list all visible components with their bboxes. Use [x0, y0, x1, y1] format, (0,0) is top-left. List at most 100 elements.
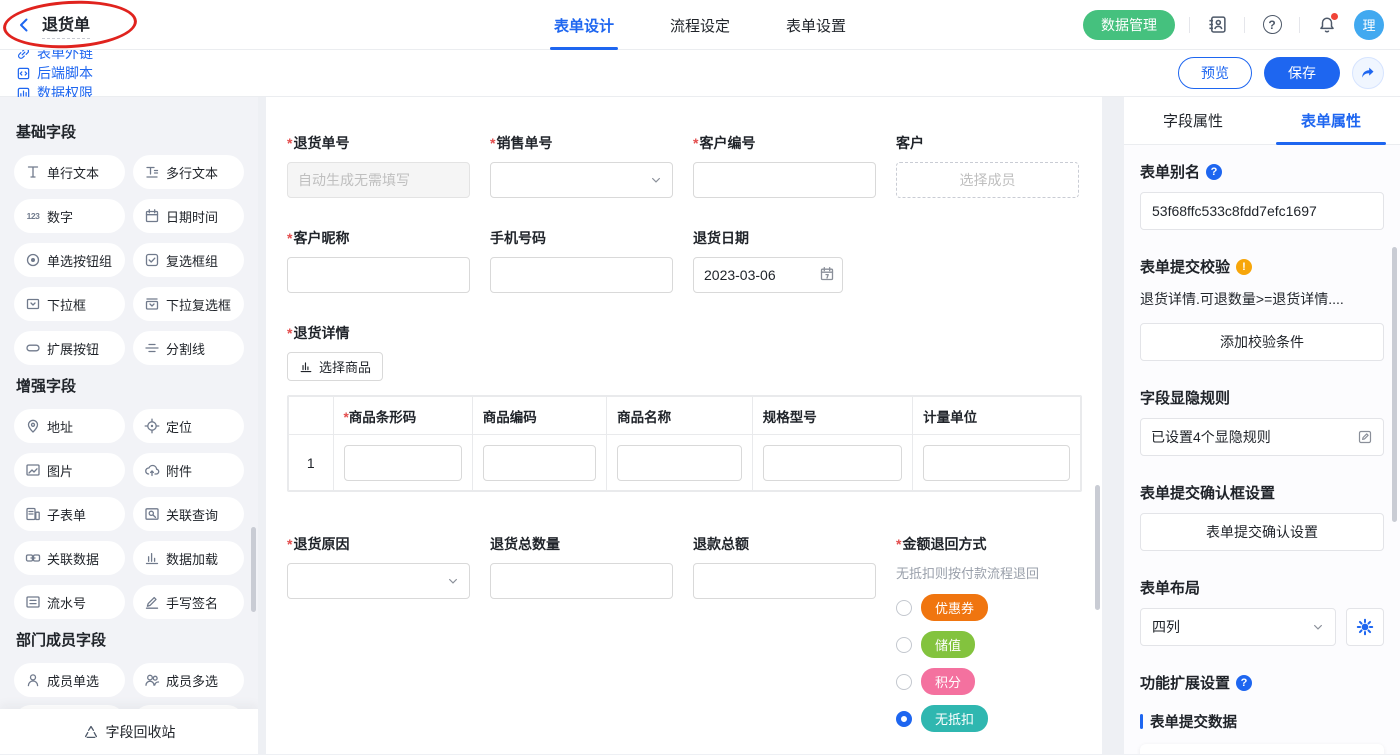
- field-pill[interactable]: 关联查询: [133, 497, 244, 531]
- field-pill[interactable]: 图片: [14, 453, 125, 487]
- form-field[interactable]: 手机号码: [490, 228, 673, 293]
- field-pill[interactable]: 子表单: [14, 497, 125, 531]
- form-layout-select[interactable]: 四列: [1140, 608, 1336, 646]
- form-field[interactable]: 销售单号: [490, 133, 673, 198]
- table-cell-input[interactable]: [923, 445, 1070, 481]
- sidebar-section-title: 部门成员字段: [16, 629, 244, 650]
- date-field[interactable]: [693, 257, 843, 293]
- field-pill[interactable]: 数据加载: [133, 541, 244, 575]
- members-icon: [144, 672, 160, 688]
- field-label: 退货原因: [287, 534, 470, 554]
- field-input[interactable]: [490, 563, 673, 599]
- field-input[interactable]: [490, 257, 673, 293]
- save-button[interactable]: 保存: [1264, 57, 1340, 89]
- radio-unchecked[interactable]: [896, 674, 912, 690]
- preview-button[interactable]: 预览: [1178, 57, 1252, 89]
- page-title[interactable]: 退货单: [42, 11, 90, 39]
- radio-option[interactable]: 储值: [896, 631, 1079, 658]
- field-pill[interactable]: 日期时间: [133, 199, 244, 233]
- field-pill[interactable]: 多行文本: [133, 155, 244, 189]
- submit-confirm-button[interactable]: 表单提交确认设置: [1140, 513, 1384, 551]
- back-group[interactable]: 退货单: [16, 11, 266, 39]
- field-pill[interactable]: 手写签名: [133, 585, 244, 619]
- field-pill[interactable]: 成员多选: [133, 663, 244, 697]
- layout-settings-button[interactable]: [1346, 608, 1384, 646]
- field-pill[interactable]: 下拉框: [14, 287, 125, 321]
- field-pill[interactable]: 扩展按钮: [14, 331, 125, 365]
- back-icon[interactable]: [16, 17, 32, 33]
- divider: [1299, 17, 1300, 33]
- field-pill[interactable]: 关联数据: [14, 541, 125, 575]
- field-input[interactable]: [287, 162, 470, 198]
- avatar[interactable]: 理: [1354, 10, 1384, 40]
- field-input[interactable]: [693, 162, 876, 198]
- help-icon[interactable]: ?: [1236, 675, 1252, 691]
- field-pill[interactable]: 单行文本: [14, 155, 125, 189]
- share-button[interactable]: [1352, 57, 1384, 89]
- form-field[interactable]: 退货原因: [287, 534, 470, 599]
- help-icon[interactable]: ?: [1206, 164, 1222, 180]
- select-goods-button[interactable]: 选择商品: [287, 352, 383, 381]
- data-manage-button[interactable]: 数据管理: [1083, 10, 1175, 40]
- canvas-scrollbar[interactable]: [1095, 485, 1100, 610]
- field-pill[interactable]: 附件: [133, 453, 244, 487]
- form-field[interactable]: 退款总额: [693, 534, 876, 599]
- field-recycle-bin[interactable]: 字段回收站: [0, 709, 258, 754]
- field-pill[interactable]: 123数字: [14, 199, 125, 233]
- field-pill[interactable]: 单选按钮组: [14, 243, 125, 277]
- field-pill[interactable]: 下拉复选框: [133, 287, 244, 321]
- help-icon[interactable]: ?: [1259, 12, 1285, 38]
- form-field[interactable]: 客户昵称: [287, 228, 470, 293]
- field-pill[interactable]: 分割线: [133, 331, 244, 365]
- table-cell-input[interactable]: [344, 445, 462, 481]
- toolbar-link-1[interactable]: 后端脚本: [16, 63, 93, 83]
- form-field[interactable]: 退货单号: [287, 133, 470, 198]
- share-icon: [1360, 65, 1376, 81]
- radio-checked[interactable]: [896, 711, 912, 727]
- radio-option[interactable]: 积分: [896, 668, 1079, 695]
- select-member-button[interactable]: 选择成员: [896, 162, 1079, 198]
- form-field[interactable]: 客户选择成员: [896, 133, 1079, 198]
- field-pill[interactable]: 成员单选: [14, 663, 125, 697]
- form-field[interactable]: 退货总数量: [490, 534, 673, 599]
- field-select[interactable]: [490, 162, 673, 198]
- form-canvas[interactable]: 退货单号销售单号客户编号客户选择成员客户昵称手机号码退货日期退货详情选择商品*商…: [266, 97, 1102, 754]
- form-field[interactable]: 退货日期: [693, 228, 876, 293]
- radio-unchecked[interactable]: [896, 637, 912, 653]
- detail-subform[interactable]: 退货详情选择商品*商品条形码商品编码商品名称规格型号计量单位1: [287, 323, 1082, 492]
- option-badge: 积分: [921, 668, 975, 695]
- field-pill[interactable]: 地址: [14, 409, 125, 443]
- field-pill[interactable]: 定位: [133, 409, 244, 443]
- main-tab-1[interactable]: 流程设定: [670, 0, 730, 50]
- radio-option[interactable]: 无抵扣: [896, 705, 1079, 732]
- field-select[interactable]: [287, 563, 470, 599]
- bell-icon[interactable]: [1314, 12, 1340, 38]
- radio-option[interactable]: 优惠券: [896, 594, 1079, 621]
- radio-unchecked[interactable]: [896, 600, 912, 616]
- table-cell-input[interactable]: [483, 445, 596, 481]
- field-pill[interactable]: 复选框组: [133, 243, 244, 277]
- table-cell-input[interactable]: [617, 445, 742, 481]
- field-input[interactable]: [693, 563, 876, 599]
- panel-scrollbar[interactable]: [1392, 247, 1397, 522]
- main-tab-0[interactable]: 表单设计: [554, 0, 614, 50]
- edit-icon[interactable]: [1357, 429, 1373, 445]
- visibility-rules-box[interactable]: 已设置4个显隐规则: [1140, 418, 1384, 456]
- form-field[interactable]: 金额退回方式无抵扣则按付款流程退回优惠券储值积分无抵扣: [896, 534, 1079, 742]
- member-icon: [25, 672, 41, 688]
- main-tab-2[interactable]: 表单设置: [786, 0, 846, 50]
- field-pill[interactable]: 流水号: [14, 585, 125, 619]
- table-cell-input[interactable]: [763, 445, 902, 481]
- option-badge: 优惠券: [921, 594, 988, 621]
- sidebar-scrollbar[interactable]: [251, 527, 256, 612]
- form-alias-input[interactable]: [1140, 192, 1384, 230]
- panel-tab-1[interactable]: 表单属性: [1262, 97, 1400, 144]
- radio-group-hint: 无抵扣则按付款流程退回: [896, 563, 1079, 582]
- add-validation-button[interactable]: 添加校验条件: [1140, 323, 1384, 361]
- form-field[interactable]: 客户编号: [693, 133, 876, 198]
- field-input[interactable]: [287, 257, 470, 293]
- table-column-header: *商品条形码: [333, 397, 472, 435]
- panel-tab-0[interactable]: 字段属性: [1124, 97, 1262, 144]
- contacts-icon[interactable]: [1204, 12, 1230, 38]
- attachment-icon: [144, 462, 160, 478]
